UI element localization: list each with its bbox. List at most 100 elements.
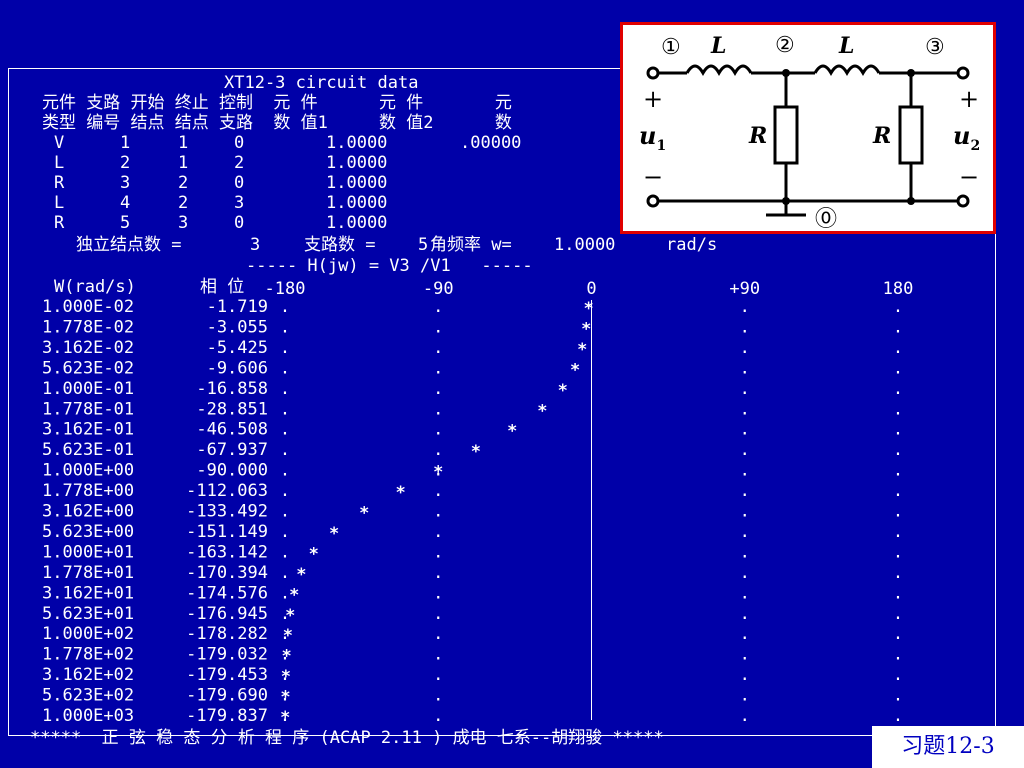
grid-dot: . (433, 358, 443, 378)
grid-dot: . (893, 542, 903, 562)
grid-dot: . (893, 461, 903, 481)
grid-dot: . (433, 645, 443, 665)
grid-dot: . (893, 317, 903, 337)
grid-dot: . (433, 583, 443, 603)
grid-dot: . (893, 624, 903, 644)
grid-dot: . (740, 338, 750, 358)
phase-value: -179.690 (186, 686, 268, 706)
grid-dot: . (740, 686, 750, 706)
frequency-value: 1.000E+00 (42, 461, 134, 481)
phase-value: -170.394 (186, 563, 268, 583)
grid-dot: . (893, 665, 903, 685)
phase-value: -176.945 (186, 604, 268, 624)
phase-value: -133.492 (186, 502, 268, 522)
grid-dot: . (740, 563, 750, 583)
grid-dot: . (280, 461, 290, 481)
grid-dot: . (740, 522, 750, 542)
grid-dot: . (433, 522, 443, 542)
grid-dot: . (433, 420, 443, 440)
data-point: * (282, 647, 292, 667)
u1-minus: − (643, 163, 664, 191)
grid-dot: . (740, 542, 750, 562)
y-tick-label: 0 (586, 279, 596, 299)
grid-dot: . (893, 399, 903, 419)
footer-credits: ***** 正 弦 稳 态 分 析 程 序 (ACAP 2.11 ) 成电 七系… (30, 728, 664, 748)
frequency-value: 1.778E-01 (42, 399, 134, 419)
grid-dot: . (433, 665, 443, 685)
frequency-value: 5.623E+02 (42, 686, 134, 706)
data-point: * (280, 688, 290, 708)
data-point: * (570, 360, 580, 380)
grid-dot: . (280, 317, 290, 337)
grid-dot: . (433, 686, 443, 706)
phase-value: -5.425 (207, 338, 268, 358)
grid-dot: . (740, 645, 750, 665)
grid-dot: . (740, 665, 750, 685)
grid-dot: . (433, 563, 443, 583)
grid-dot: . (433, 297, 443, 317)
u1-plus: + (643, 85, 664, 113)
phase-value: -151.149 (186, 522, 268, 542)
grid-dot: . (433, 317, 443, 337)
y-tick-label: 180 (883, 279, 914, 299)
grid-dot: . (893, 522, 903, 542)
grid-dot: . (893, 358, 903, 378)
resistor-2-label: R (873, 123, 892, 149)
data-point: * (281, 667, 291, 687)
grid-dot: . (740, 420, 750, 440)
u2-plus: + (959, 85, 980, 113)
grid-dot: . (433, 338, 443, 358)
node-0-label: ⓪ (815, 207, 838, 232)
frequency-value: 3.162E-02 (42, 338, 134, 358)
grid-dot: . (280, 522, 290, 542)
u2-label: u2 (953, 121, 981, 154)
frequency-value: 3.162E+02 (42, 665, 134, 685)
grid-dot: . (433, 481, 443, 501)
grid-dot: . (893, 645, 903, 665)
grid-dot: . (893, 379, 903, 399)
frequency-value: 1.778E+01 (42, 563, 134, 583)
grid-dot: . (893, 706, 903, 726)
node-1-label: ① (661, 35, 681, 60)
grid-dot: . (740, 624, 750, 644)
grid-dot: . (433, 706, 443, 726)
data-point: * (537, 401, 547, 421)
phase-value: -1.719 (207, 297, 268, 317)
grid-dot: . (280, 399, 290, 419)
data-point: * (558, 381, 568, 401)
inductor-2-label: L (839, 33, 855, 59)
data-point: * (507, 422, 517, 442)
data-point: * (296, 565, 306, 585)
data-point: * (583, 299, 593, 319)
data-point: * (471, 442, 481, 462)
grid-dot: . (280, 542, 290, 562)
grid-dot: . (740, 317, 750, 337)
frequency-value: 5.623E+00 (42, 522, 134, 542)
phase-value: -179.032 (186, 645, 268, 665)
grid-dot: . (280, 420, 290, 440)
data-point: * (289, 585, 299, 605)
grid-dot: . (280, 379, 290, 399)
exercise-label: 习题12-3 (872, 726, 1024, 768)
grid-dot: . (893, 604, 903, 624)
grid-dot: . (280, 502, 290, 522)
grid-dot: . (740, 604, 750, 624)
grid-dot: . (893, 481, 903, 501)
phase-value: -90.000 (196, 461, 268, 481)
grid-dot: . (740, 297, 750, 317)
grid-dot: . (433, 399, 443, 419)
frequency-value: 1.000E-02 (42, 297, 134, 317)
grid-dot: . (740, 481, 750, 501)
frequency-value: 5.623E+01 (42, 604, 134, 624)
frequency-value: 1.000E+03 (42, 706, 134, 726)
grid-dot: . (433, 604, 443, 624)
y-tick-label: -90 (423, 279, 454, 299)
data-point: * (577, 340, 587, 360)
grid-dot: . (433, 542, 443, 562)
grid-dot: . (740, 440, 750, 460)
grid-dot: . (893, 297, 903, 317)
circuit-diagram: ① L ② L ③ + + u1 u2 R R − − ⓪ (620, 22, 996, 234)
grid-dot: . (740, 583, 750, 603)
phase-value: -174.576 (186, 583, 268, 603)
data-point: * (359, 504, 369, 524)
